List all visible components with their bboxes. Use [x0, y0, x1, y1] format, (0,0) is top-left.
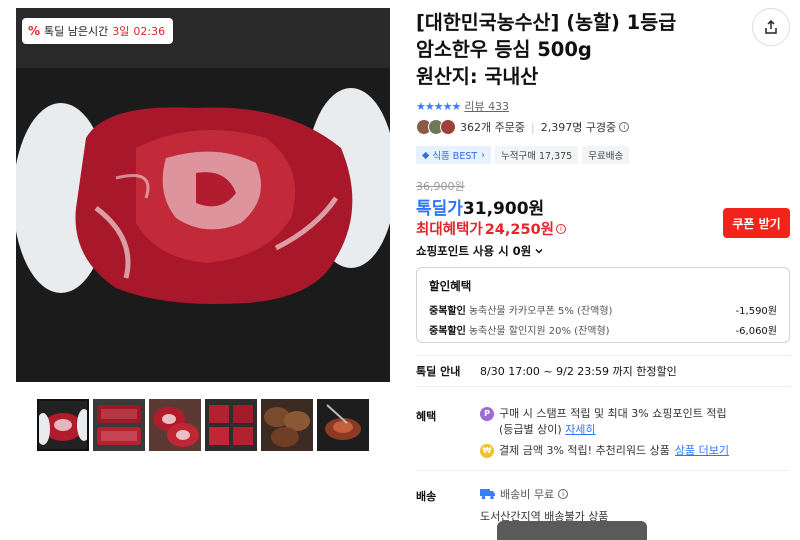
- benefit-details-link[interactable]: 자세히: [565, 423, 595, 436]
- deal-price: 31,900원: [462, 199, 545, 219]
- divider: |: [530, 120, 535, 134]
- watching-count: 2,397명 구경중: [540, 121, 617, 134]
- discount-type: 중복할인: [429, 326, 466, 337]
- chevron-right-icon: ›: [481, 149, 485, 161]
- points-toggle-label: 쇼핑포인트 사용 시 0원: [416, 244, 532, 258]
- timer-time: 02:36: [133, 24, 166, 38]
- product-main-image[interactable]: [16, 8, 390, 382]
- shield-icon: ◆: [422, 149, 430, 161]
- reviews-link[interactable]: 리뷰 433: [464, 98, 509, 114]
- orders-count: 362개 주문중: [460, 121, 525, 134]
- benefit-reward-text: 결제 금액 3% 적립! 추천리워드 상품: [499, 444, 670, 457]
- product-title: [대한민국농수산] (농할) 1등급 암소한우 등심 500g 원산지: 국내산: [416, 9, 736, 90]
- cumulative-purchase-badge: 누적구매 17,375: [494, 146, 579, 164]
- best-badge-label: 식품 BEST: [432, 151, 478, 162]
- truck-icon: [480, 489, 495, 500]
- discount-details-box: 할인혜택 중복할인 농축산물 카카오쿠폰 5% (잔액형) -1,590원 중복할…: [416, 267, 790, 343]
- share-icon: [765, 19, 777, 34]
- rating-row: ★★★★★ 리뷰 433: [416, 98, 509, 114]
- timer-label: 톡딜 남은시간: [44, 25, 109, 38]
- thumbnail-5[interactable]: [261, 399, 313, 451]
- deal-notice-label: 톡딜 안내: [416, 365, 461, 378]
- free-shipping-badge: 무료배송: [582, 146, 630, 164]
- thumbnail-6[interactable]: [317, 399, 369, 451]
- buyer-avatars: [416, 119, 456, 135]
- thumbnail-4[interactable]: [205, 399, 257, 451]
- discount-row: 중복할인 농축산물 할인지원 20% (잔액형) -6,060원: [429, 322, 777, 337]
- max-benefit-row: 최대혜택가 24,250원 i: [416, 218, 566, 239]
- shipping-fee-row: 배송비 무료 i: [480, 486, 569, 502]
- deal-notice-text: 8/30 17:00 ~ 9/2 23:59 까지 한정할인: [480, 365, 677, 378]
- product-title-line-1: [대한민국농수산] (농할) 1등급: [416, 11, 677, 34]
- deal-notice-row: 톡딜 안내 8/30 17:00 ~ 9/2 23:59 까지 한정할인: [416, 355, 790, 387]
- points-toggle[interactable]: 쇼핑포인트 사용 시 0원: [416, 243, 544, 259]
- benefit-stamp-text: 구매 시 스탬프 적립 및 최대 3% 쇼핑포인트 적립: [499, 407, 727, 420]
- info-icon[interactable]: i: [556, 223, 566, 234]
- thumbnail-1[interactable]: [37, 399, 89, 451]
- product-title-line-2: 암소한우 등심 500g: [416, 38, 592, 61]
- avatar: [440, 119, 456, 135]
- thumbnail-3[interactable]: [149, 399, 201, 451]
- benefit-stamp: P 구매 시 스탬프 적립 및 최대 3% 쇼핑포인트 적립 (등급별 상이) …: [480, 406, 727, 438]
- product-origin: 원산지: 국내산: [416, 65, 539, 88]
- discount-percent-icon: %: [28, 24, 41, 38]
- coupon-button[interactable]: 쿠폰 받기: [723, 208, 790, 238]
- divider: [416, 470, 790, 471]
- original-price: 36,900원: [416, 180, 465, 193]
- discount-header: 할인혜택: [429, 279, 472, 293]
- reviews-label: 리뷰: [464, 100, 485, 113]
- discount-row: 중복할인 농축산물 카카오쿠폰 5% (잔액형) -1,590원: [429, 302, 777, 317]
- coin-icon: ₩: [480, 444, 494, 458]
- social-proof-row: 362개 주문중 | 2,397명 구경중 i: [416, 119, 630, 135]
- discount-amount: -6,060원: [735, 326, 777, 337]
- deal-price-label: 톡딜가: [416, 199, 463, 219]
- shipping-fee: 배송비 무료: [500, 488, 555, 501]
- deal-price-row: 톡딜가31,900원: [416, 194, 544, 219]
- info-icon[interactable]: i: [558, 489, 569, 499]
- discount-desc: 농축산물 카카오쿠폰 5% (잔액형): [468, 306, 613, 317]
- info-icon[interactable]: i: [619, 122, 630, 132]
- timer-days: 3일: [112, 25, 130, 38]
- more-products-link[interactable]: 상품 더보기: [675, 443, 729, 459]
- discount-amount: -1,590원: [735, 306, 777, 317]
- benefit-reward: ₩ 결제 금액 3% 적립! 추천리워드 상품 상품 더보기: [480, 443, 729, 459]
- thumbnail-2[interactable]: [93, 399, 145, 451]
- thumbnail-strip: [37, 399, 369, 451]
- chevron-down-icon: [535, 248, 543, 254]
- shipping-label: 배송: [416, 490, 437, 503]
- point-icon: P: [480, 407, 494, 421]
- reviews-count: 433: [488, 100, 510, 113]
- discount-type: 중복할인: [429, 306, 466, 317]
- benefit-label: 혜택: [416, 410, 437, 423]
- discount-desc: 농축산물 할인지원 20% (잔액형): [468, 326, 610, 337]
- max-benefit-price: 24,250원: [484, 222, 554, 238]
- deal-timer-badge: % 톡딜 남은시간 3일 02:36: [22, 18, 174, 44]
- best-badge[interactable]: ◆ 식품 BEST ›: [416, 146, 491, 164]
- rating-stars-icon: ★★★★★: [416, 99, 461, 113]
- share-button[interactable]: [752, 8, 790, 46]
- benefit-stamp-note: (등급별 상이): [499, 423, 562, 436]
- max-benefit-label: 최대혜택가: [416, 222, 483, 238]
- badge-row: ◆ 식품 BEST › 누적구매 17,375 무료배송: [416, 146, 630, 164]
- floating-toast: [497, 521, 647, 540]
